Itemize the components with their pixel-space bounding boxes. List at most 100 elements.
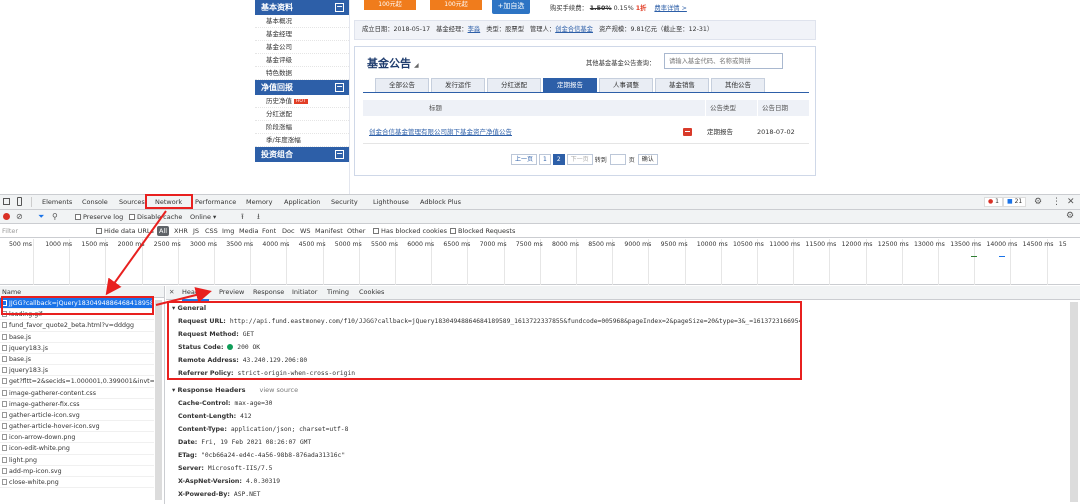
clear-icon[interactable]: ⊘ xyxy=(16,210,23,223)
confirm-button[interactable]: 确认 xyxy=(637,154,658,165)
type-filter-doc[interactable]: Doc xyxy=(282,225,295,237)
message-badge[interactable]: ■ 21 xyxy=(1003,197,1027,207)
pdf-icon[interactable] xyxy=(683,128,692,136)
request-row[interactable]: jquery183.js xyxy=(0,343,154,354)
fee-detail-link[interactable]: 费率详情 > xyxy=(654,5,686,12)
tab-response[interactable]: Response xyxy=(253,286,284,299)
tab-performance[interactable]: Performance xyxy=(195,195,236,209)
request-list-scrollbar[interactable] xyxy=(155,300,162,500)
type-filter-font[interactable]: Font xyxy=(262,225,276,237)
sidebar-section-basic[interactable]: 基本资料 − xyxy=(255,0,349,15)
name-column-header[interactable]: Name xyxy=(0,286,164,298)
tab-all[interactable]: 全部公告 xyxy=(375,78,429,93)
request-row[interactable]: light.png xyxy=(0,455,154,466)
minus-box-icon[interactable]: − xyxy=(335,3,344,12)
page-1-button[interactable]: 1 xyxy=(539,154,551,165)
tab-network[interactable]: Network xyxy=(155,195,183,209)
sidebar-section-nav[interactable]: 净值回报 − xyxy=(255,80,349,95)
close-detail-icon[interactable]: ✕ xyxy=(169,286,174,299)
network-settings-icon[interactable]: ⚙ xyxy=(1066,210,1074,223)
next-page-button[interactable]: 下一页 xyxy=(566,154,593,165)
request-row[interactable]: image-gatherer-fix.css xyxy=(0,399,154,410)
preserve-log-checkbox[interactable]: Preserve log xyxy=(75,211,123,223)
minus-box-icon[interactable]: − xyxy=(335,150,344,159)
request-row[interactable]: close-white.png xyxy=(0,477,154,489)
buy-button[interactable]: 100元起 xyxy=(364,0,416,10)
tab-other[interactable]: 其他公告 xyxy=(711,78,765,93)
goto-page-input[interactable] xyxy=(609,154,626,165)
sidebar-item-stage-return[interactable]: 阶段涨幅 xyxy=(255,121,349,134)
request-row[interactable]: icon-edit-white.png xyxy=(0,443,154,455)
close-icon[interactable]: ✕ xyxy=(1067,196,1075,208)
sidebar-item-special-data[interactable]: 特色数据 xyxy=(255,67,349,80)
throttle-select[interactable]: Online ▾ xyxy=(190,211,216,223)
tab-periodic-report[interactable]: 定期报告 xyxy=(543,78,597,93)
tab-application[interactable]: Application xyxy=(284,195,320,209)
tab-security[interactable]: Security xyxy=(331,195,358,209)
sidebar-item-history-nav[interactable]: 历史净值 HOT xyxy=(255,95,349,108)
tab-sales[interactable]: 基金销售 xyxy=(655,78,709,93)
tab-headers[interactable]: Headers xyxy=(182,286,210,301)
sidebar-item-company[interactable]: 基金公司 xyxy=(255,41,349,54)
announcement-link[interactable]: 创金合信基金管理有限公司旗下基金资产净值公告 xyxy=(369,120,512,144)
general-section-header[interactable]: ▾ General xyxy=(172,304,206,312)
tab-preview[interactable]: Preview xyxy=(219,286,244,299)
add-favorite-button[interactable]: +加自选 xyxy=(492,0,530,14)
page-2-button[interactable]: 2 xyxy=(552,154,565,165)
tab-lighthouse[interactable]: Lighthouse xyxy=(373,195,409,209)
sidebar-item-overview[interactable]: 基本概况 xyxy=(255,15,349,28)
request-row[interactable]: gather-article-icon.svg xyxy=(0,410,154,422)
type-filter-manifest[interactable]: Manifest xyxy=(315,225,343,237)
tab-adblock-plus[interactable]: Adblock Plus xyxy=(420,195,461,209)
type-filter-media[interactable]: Media xyxy=(239,225,259,237)
tab-cookies[interactable]: Cookies xyxy=(359,286,384,299)
tab-issue[interactable]: 发行运作 xyxy=(431,78,485,93)
filter-input[interactable]: Filter xyxy=(2,225,18,237)
device-toolbar-icon[interactable] xyxy=(17,197,22,206)
tab-sources[interactable]: Sources xyxy=(119,195,145,209)
hide-data-urls-checkbox[interactable]: Hide data URLs xyxy=(96,225,154,237)
type-filter-other[interactable]: Other xyxy=(347,225,365,237)
sidebar-item-annual-return[interactable]: 季/年度涨幅 xyxy=(255,134,349,147)
tab-personnel[interactable]: 人事调整 xyxy=(599,78,653,93)
export-har-icon[interactable]: ⭳ xyxy=(257,210,260,223)
network-timeline[interactable]: 500 ms 1000 ms 1500 ms 2000 ms 2500 ms 3000 m… xyxy=(0,239,1080,285)
tab-dividend[interactable]: 分红送配 xyxy=(487,78,541,93)
request-row[interactable]: gather-article-hover-icon.svg xyxy=(0,421,154,433)
request-row[interactable]: fund_favor_quote2_beta.html?v=dddgg xyxy=(0,320,154,332)
tab-elements[interactable]: Elements xyxy=(42,195,72,209)
company-link[interactable]: 创金合信基金 xyxy=(555,26,593,33)
type-filter-img[interactable]: Img xyxy=(222,225,234,237)
sidebar-section-portfolio[interactable]: 投资组合 − xyxy=(255,147,349,162)
tab-console[interactable]: Console xyxy=(82,195,108,209)
fixed-invest-button[interactable]: 100元起 xyxy=(430,0,482,10)
blocked-requests-checkbox[interactable]: Blocked Requests xyxy=(450,225,515,237)
tab-timing[interactable]: Timing xyxy=(327,286,349,299)
error-badge[interactable]: ● 1 xyxy=(984,197,1003,207)
gear-icon[interactable]: ⚙ xyxy=(1034,196,1042,208)
request-row[interactable]: loading.gif xyxy=(0,309,154,321)
request-row[interactable]: icon-arrow-down.png xyxy=(0,432,154,444)
prev-page-button[interactable]: 上一页 xyxy=(511,154,538,165)
response-headers-section-header[interactable]: ▾ Response Headers view source xyxy=(172,386,298,394)
type-filter-css[interactable]: CSS xyxy=(205,225,218,237)
manager-link[interactable]: 李淼 xyxy=(468,26,481,33)
request-row[interactable]: jquery183.js xyxy=(0,365,154,377)
type-filter-all[interactable]: All xyxy=(157,226,170,236)
sidebar-item-rating[interactable]: 基金评级 xyxy=(255,54,349,67)
view-source-link[interactable]: view source xyxy=(259,386,298,394)
request-row[interactable]: add-mp-icon.svg xyxy=(0,466,154,477)
disable-cache-checkbox[interactable]: Disable cache xyxy=(129,211,182,223)
minus-box-icon[interactable]: − xyxy=(335,83,344,92)
search-icon[interactable]: ⚲ xyxy=(52,210,58,223)
request-row[interactable]: JJGG?callback=jQuery18304948864684189589 xyxy=(0,298,154,310)
tab-memory[interactable]: Memory xyxy=(246,195,272,209)
detail-scrollbar[interactable] xyxy=(1070,302,1078,502)
sidebar-item-manager[interactable]: 基金经理 xyxy=(255,28,349,41)
type-filter-ws[interactable]: WS xyxy=(300,225,311,237)
import-har-icon[interactable]: ⭱ xyxy=(241,210,244,223)
type-filter-js[interactable]: JS xyxy=(193,225,199,237)
kebab-menu-icon[interactable]: ⋮ xyxy=(1052,196,1061,208)
request-row[interactable]: base.js xyxy=(0,332,154,343)
tab-initiator[interactable]: Initiator xyxy=(292,286,317,299)
